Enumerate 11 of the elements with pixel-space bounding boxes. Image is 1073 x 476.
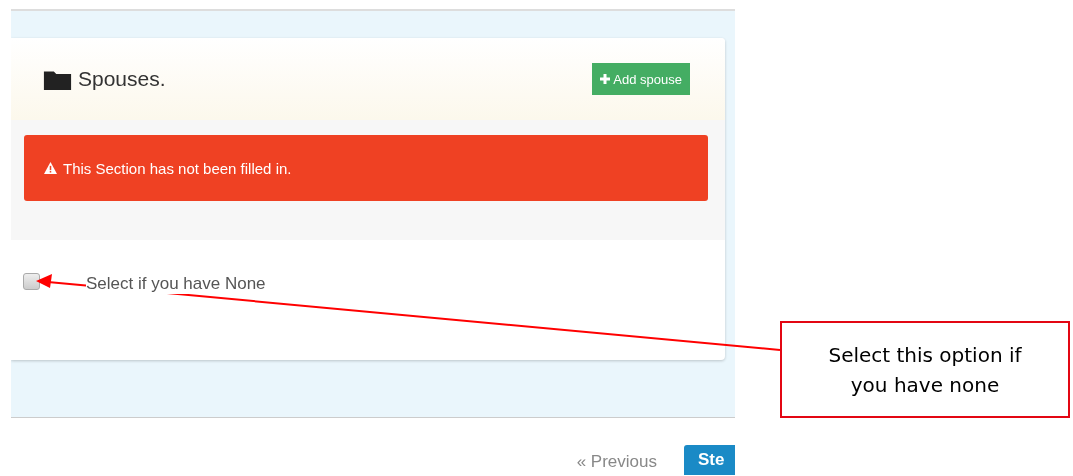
none-checkbox[interactable] (23, 273, 40, 290)
add-spouse-button[interactable]: Add spouse (592, 63, 690, 95)
previous-link[interactable]: « Previous (576, 452, 657, 475)
alert-message: This Section has not been filled in. (63, 159, 292, 177)
next-step-button[interactable]: Ste (684, 445, 735, 475)
panel-title: Spouses. (78, 67, 166, 91)
plus-icon (600, 74, 611, 84)
warning-icon (44, 162, 57, 174)
checkbox-label: Select if you have None (86, 274, 266, 294)
callout-box: Select this option if you have none (780, 321, 1070, 418)
folder-icon (43, 68, 72, 90)
